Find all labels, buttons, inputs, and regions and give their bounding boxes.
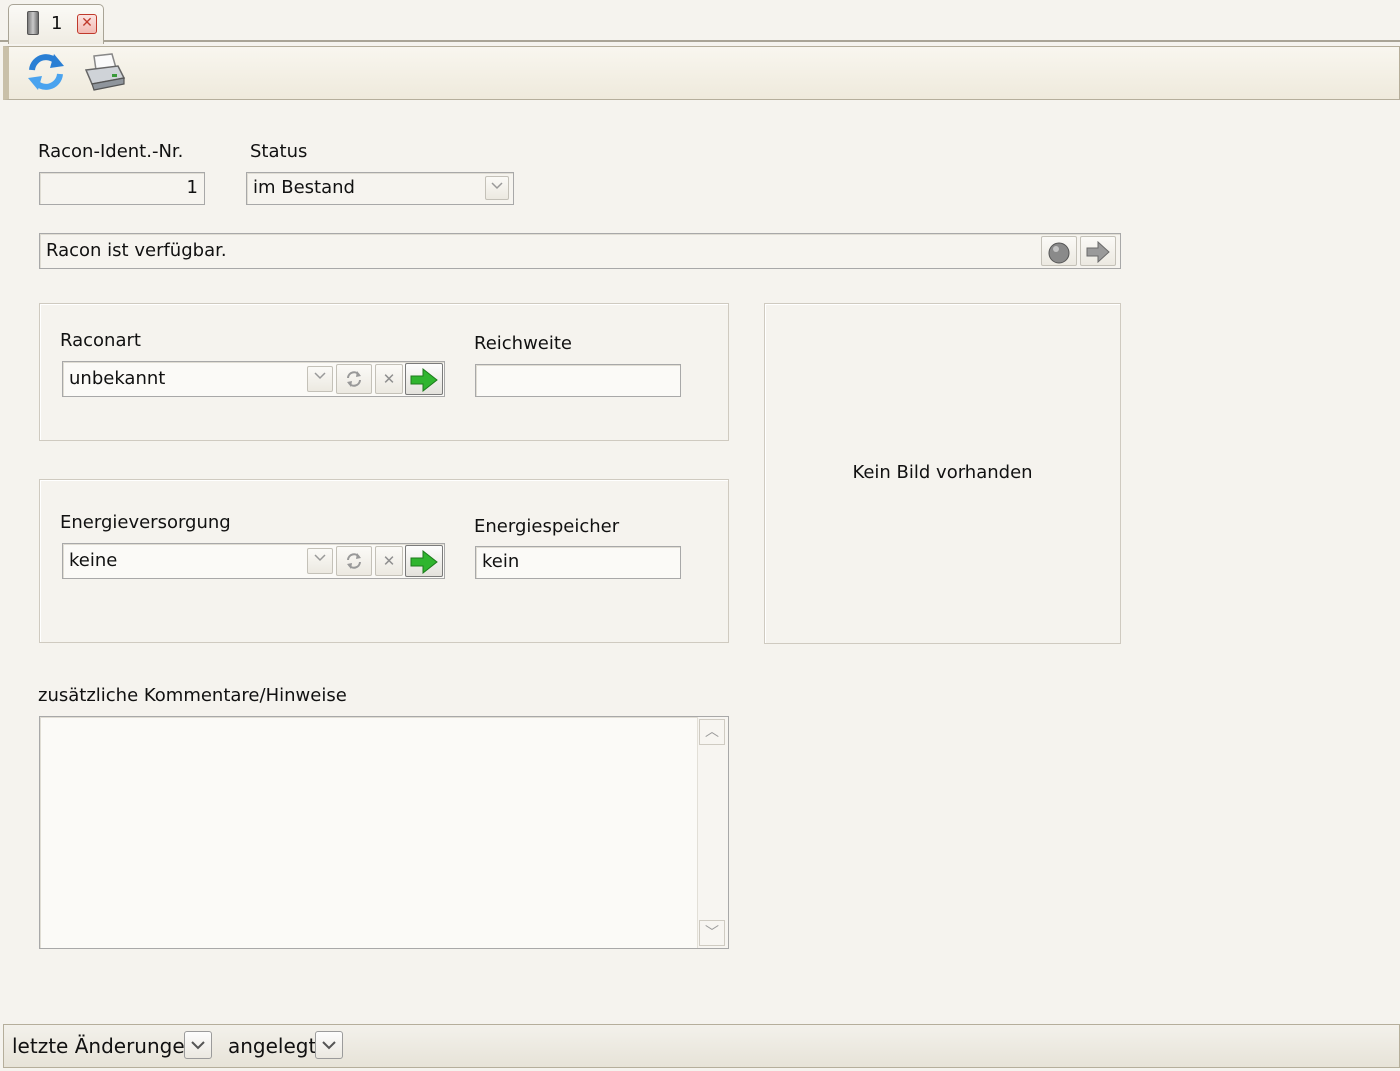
status-select[interactable]: im Bestand	[246, 172, 514, 205]
toolbar	[3, 46, 1400, 100]
energieversorgung-clear-button[interactable]: ✕	[375, 546, 403, 576]
reichweite-label: Reichweite	[474, 333, 573, 354]
status-label: Status	[250, 141, 308, 162]
chevron-down-icon	[191, 1041, 205, 1050]
printer-icon[interactable]	[82, 50, 126, 94]
availability-status: Racon ist verfügbar.	[39, 233, 1121, 269]
refresh-small-icon	[347, 553, 361, 569]
scroll-up-icon[interactable]: ︿	[699, 719, 725, 745]
raconart-clear-button[interactable]: ✕	[375, 364, 403, 394]
raconart-value: unbekannt	[69, 368, 166, 389]
ident-field[interactable]: 1	[39, 172, 205, 205]
status-dropdown-button[interactable]	[485, 176, 509, 200]
created-label: angelegt	[228, 1034, 317, 1058]
tab-document-1[interactable]: 1 ✕	[8, 4, 104, 44]
energieversorgung-refresh-button[interactable]	[336, 546, 372, 576]
last-changes-label: letzte Änderungen	[12, 1034, 198, 1058]
raconart-dropdown-button[interactable]	[307, 366, 333, 392]
refresh-icon[interactable]	[24, 50, 68, 94]
availability-text: Racon ist verfügbar.	[46, 240, 227, 261]
refresh-small-icon	[347, 371, 361, 387]
comments-scrollbar[interactable]	[697, 717, 728, 948]
document-icon	[27, 11, 39, 35]
ident-label: Racon-Ident.-Nr.	[38, 141, 184, 162]
energieversorgung-value: keine	[69, 550, 118, 571]
close-tab-icon[interactable]: ✕	[77, 14, 97, 34]
tab-strip	[0, 0, 1400, 42]
energiespeicher-label: Energiespeicher	[474, 516, 620, 537]
scroll-down-icon[interactable]: ﹀	[699, 920, 725, 946]
green-arrow-right-icon	[410, 550, 438, 574]
chevron-down-icon	[314, 372, 326, 380]
raconart-label: Raconart	[60, 330, 141, 351]
last-changes-dropdown[interactable]	[184, 1031, 212, 1059]
energiespeicher-field[interactable]: kein	[475, 546, 681, 579]
comments-textarea[interactable]	[39, 716, 729, 949]
reichweite-field[interactable]	[475, 364, 681, 397]
arrow-right-icon	[1086, 241, 1110, 263]
energieversorgung-go-button[interactable]	[405, 545, 443, 577]
chevron-down-icon	[491, 182, 503, 190]
status-indicator-button[interactable]	[1041, 236, 1077, 266]
tab-label: 1	[51, 13, 63, 34]
image-placeholder-text: Kein Bild vorhanden	[852, 462, 1033, 483]
raconart-refresh-button[interactable]	[336, 364, 372, 394]
energieversorgung-dropdown-button[interactable]	[307, 548, 333, 574]
status-value: im Bestand	[253, 177, 355, 198]
energieversorgung-label: Energieversorgung	[60, 512, 231, 533]
availability-go-button[interactable]	[1080, 236, 1116, 266]
bottom-bar	[3, 1024, 1400, 1068]
grey-dot-icon	[1048, 242, 1070, 264]
green-arrow-right-icon	[410, 368, 438, 392]
created-dropdown[interactable]	[315, 1031, 343, 1059]
chevron-down-icon	[314, 554, 326, 562]
comments-label: zusätzliche Kommentare/Hinweise	[38, 685, 347, 706]
chevron-down-icon	[322, 1041, 336, 1050]
raconart-go-button[interactable]	[405, 363, 443, 395]
